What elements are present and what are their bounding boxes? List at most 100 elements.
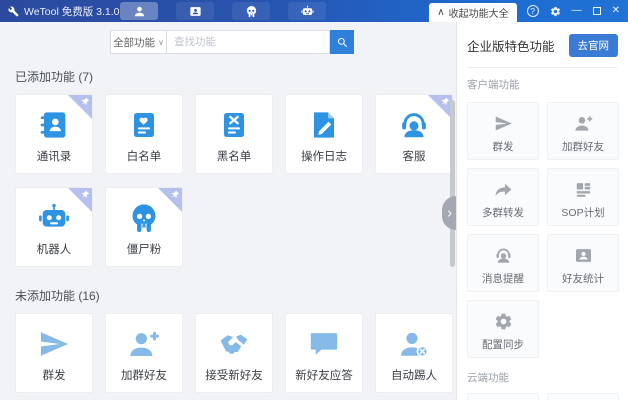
- operation-log-icon: [308, 109, 340, 141]
- ent-card-add-group-friend[interactable]: 加群好友: [547, 102, 619, 160]
- pinned-corner-badge: [68, 95, 92, 119]
- nav-tab-idcard[interactable]: [176, 2, 214, 20]
- contacts-person-icon: [133, 5, 146, 18]
- ent-card-multi-forward[interactable]: 多群转发: [467, 168, 539, 226]
- sidebar-header: 企业版特色功能 去官网: [467, 34, 618, 57]
- add-friend-icon: [128, 328, 160, 360]
- card-label: 加群好友: [121, 370, 167, 382]
- main-area: 全部功能 ∨ 已添加功能 (7) 通讯录 白名单 黑名单 操: [0, 22, 456, 400]
- feature-card-contacts[interactable]: 通讯录: [15, 94, 93, 174]
- nav-tab-contacts[interactable]: [120, 2, 158, 20]
- pin-icon: [80, 190, 90, 200]
- pin-icon: [170, 190, 180, 200]
- card-label: 多群转发: [482, 207, 524, 219]
- wrench-logo-icon: [8, 6, 19, 17]
- sop-layout-icon: [574, 180, 593, 199]
- address-book-icon: [38, 109, 70, 141]
- cloud-features-label: 云端功能: [467, 372, 509, 384]
- card-label: 通讯录: [36, 151, 72, 163]
- pinned-corner-badge: [158, 188, 182, 212]
- ent-card-mass-send[interactable]: 群发: [467, 102, 539, 160]
- card-label: 配置同步: [482, 339, 524, 351]
- chat-bubble-icon: [308, 328, 340, 360]
- card-label: 黑名单: [216, 151, 252, 163]
- feature-card-add-group-friend[interactable]: 加群好友: [105, 313, 183, 393]
- feature-card-auto-kick[interactable]: 自动踢人: [375, 313, 453, 393]
- not-added-grid: 群发 加群好友 接受新好友 新好友应答 自动踢人: [15, 313, 456, 393]
- card-label: SOP计划: [561, 207, 605, 219]
- ent-card-config-sync[interactable]: 配置同步: [467, 300, 539, 358]
- config-sync-gear-icon: [494, 312, 513, 331]
- card-label: 群发: [492, 141, 514, 153]
- maximize-icon: [592, 7, 601, 15]
- close-button[interactable]: ✕: [612, 6, 620, 16]
- search-icon: [336, 36, 348, 48]
- feature-card-mass-send[interactable]: 群发: [15, 313, 93, 393]
- feature-card-zombie-fans[interactable]: 僵尸粉: [105, 187, 183, 267]
- collapse-panel-tab[interactable]: ∧ 收起功能大全: [429, 3, 517, 22]
- help-icon[interactable]: ?: [526, 5, 539, 17]
- card-label: 机器人: [36, 244, 72, 256]
- feature-card-customer-service[interactable]: 客服: [375, 94, 453, 174]
- card-label: 加群好友: [562, 141, 604, 153]
- client-features-label: 客户端功能: [467, 79, 520, 91]
- divider: [467, 67, 618, 68]
- ent-card-sop-plan[interactable]: SOP计划: [547, 168, 619, 226]
- robot-icon: [301, 5, 314, 18]
- cloud-features-grid: [467, 393, 619, 400]
- maximize-button[interactable]: [592, 7, 601, 15]
- ent-card-cloud[interactable]: [467, 393, 539, 400]
- added-grid: 通讯录 白名单 黑名单 操作日志 客服 机器人 僵尸粉: [15, 94, 456, 267]
- main-scrollbar-thumb[interactable]: [450, 100, 455, 267]
- card-label: 白名单: [126, 151, 162, 163]
- minimize-button[interactable]: —: [572, 6, 582, 16]
- feature-card-robot[interactable]: 机器人: [15, 187, 93, 267]
- app-title: WeTool 免费版 3.1.0: [24, 5, 120, 18]
- card-label: 操作日志: [301, 151, 347, 163]
- app-logo: WeTool 免费版 3.1.0: [0, 4, 120, 19]
- paper-plane-icon: [494, 114, 513, 133]
- category-value: 全部功能: [113, 36, 156, 49]
- chevron-down-icon: ∨: [158, 37, 164, 47]
- go-website-button[interactable]: 去官网: [568, 34, 618, 57]
- forward-arrow-icon: [494, 180, 513, 199]
- collapse-tab-label: 收起功能大全: [448, 9, 509, 20]
- search-button[interactable]: [330, 30, 354, 54]
- ent-card-friend-stats[interactable]: 好友统计: [547, 234, 619, 292]
- feature-card-blacklist[interactable]: 黑名单: [195, 94, 273, 174]
- top-nav: [120, 0, 326, 22]
- chevron-right-icon: [445, 209, 454, 218]
- kick-user-icon: [398, 328, 430, 360]
- feature-card-accept-friend[interactable]: 接受新好友: [195, 313, 273, 393]
- search-toolbar: 全部功能 ∨: [110, 30, 456, 54]
- robot-icon: [38, 202, 70, 234]
- ent-card-copy[interactable]: [547, 393, 619, 400]
- add-friend-icon: [574, 114, 593, 133]
- category-select[interactable]: 全部功能 ∨: [110, 30, 166, 54]
- ent-card-message-remind[interactable]: 消息提醒: [467, 234, 539, 292]
- card-label: 僵尸粉: [126, 244, 162, 256]
- enterprise-sidebar: 企业版特色功能 去官网 客户端功能 群发 加群好友 多群转发 SOP计划 消息提…: [456, 22, 628, 400]
- message-remind-icon: [494, 246, 513, 265]
- pinned-corner-badge: [428, 95, 452, 119]
- card-label: 消息提醒: [482, 273, 524, 285]
- feature-card-friend-reply[interactable]: 新好友应答: [285, 313, 363, 393]
- search-input[interactable]: [166, 30, 330, 54]
- card-label: 新好友应答: [295, 370, 353, 382]
- nav-tab-robot[interactable]: [288, 2, 326, 20]
- titlebar: WeTool 免费版 3.1.0 ∧ 收起功能大全 ? — ✕: [0, 0, 628, 22]
- feature-card-operation-log[interactable]: 操作日志: [285, 94, 363, 174]
- friend-stats-icon: [574, 246, 593, 265]
- titlebar-right: ∧ 收起功能大全 ? — ✕: [429, 0, 628, 22]
- pinned-corner-badge: [68, 188, 92, 212]
- idcard-icon: [189, 5, 202, 18]
- skull-icon: [245, 5, 258, 18]
- nav-tab-zombie[interactable]: [232, 2, 270, 20]
- app-body: 全部功能 ∨ 已添加功能 (7) 通讯录 白名单 黑名单 操: [0, 22, 628, 400]
- card-label: 群发: [42, 370, 66, 382]
- pin-icon: [440, 97, 450, 107]
- settings-gear-icon[interactable]: [550, 6, 561, 17]
- client-features-grid: 群发 加群好友 多群转发 SOP计划 消息提醒 好友统计 配置同步: [467, 102, 619, 358]
- feature-card-whitelist[interactable]: 白名单: [105, 94, 183, 174]
- pin-icon: [80, 97, 90, 107]
